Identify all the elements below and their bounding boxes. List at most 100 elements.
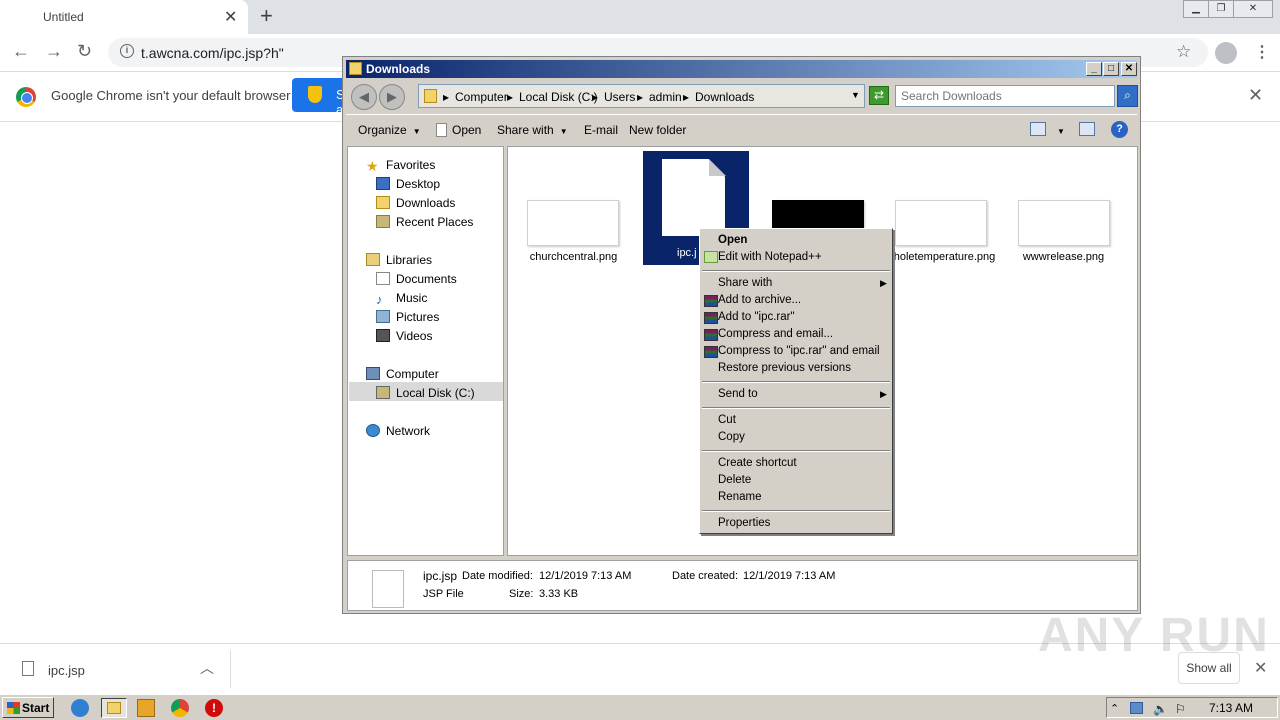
menu-separator <box>702 270 890 272</box>
size-value: 3.33 KB <box>539 588 579 600</box>
chevron-down-icon[interactable]: ▼ <box>851 90 860 100</box>
menu-item-cut[interactable]: Cut <box>718 414 736 426</box>
close-icon[interactable]: ✕ <box>1121 62 1137 76</box>
email-button[interactable]: E-mail <box>584 123 618 137</box>
sidebar-item-desktop[interactable]: Desktop <box>376 177 440 191</box>
explorer-taskbar-button[interactable] <box>101 698 127 718</box>
security-alert-icon[interactable]: ! <box>205 699 223 717</box>
breadcrumb-separator[interactable]: ▸ <box>507 90 513 104</box>
sidebar-item-network[interactable]: Network <box>366 424 430 438</box>
volume-icon[interactable]: 🔈 <box>1153 702 1168 716</box>
start-button[interactable]: Start <box>2 697 54 718</box>
internet-explorer-icon[interactable] <box>71 699 89 717</box>
new-tab-button[interactable]: + <box>260 3 273 29</box>
preview-pane-icon[interactable] <box>1079 122 1095 136</box>
menu-item-rename[interactable]: Rename <box>718 491 761 503</box>
tray-expand-icon[interactable]: ⌃ <box>1110 702 1123 715</box>
file-icon <box>22 661 34 676</box>
search-field[interactable] <box>895 85 1115 107</box>
sidebar-item-label: Local Disk (C:) <box>396 386 475 400</box>
breadcrumb-separator[interactable]: ▸ <box>443 90 449 104</box>
folder-icon <box>107 702 121 714</box>
breadcrumb-separator[interactable]: ▸ <box>592 90 598 104</box>
date-modified-value: 12/1/2019 7:13 AM <box>539 570 632 582</box>
sidebar-item-recent-places[interactable]: Recent Places <box>376 215 473 229</box>
menu-item-open[interactable]: Open <box>718 234 747 246</box>
action-center-flag-icon[interactable]: ⚐ <box>1175 702 1188 716</box>
sidebar-item-libraries[interactable]: Libraries <box>366 253 432 267</box>
open-button[interactable]: Open <box>436 123 481 137</box>
search-icon[interactable]: ⌕ <box>1117 85 1138 107</box>
restore-icon[interactable]: ❐ <box>1208 0 1234 18</box>
sidebar-item-favorites[interactable]: ★ Favorites <box>366 158 435 174</box>
documents-icon <box>376 272 390 285</box>
minimize-icon[interactable]: _ <box>1086 62 1102 76</box>
menu-item-compress-rar-email[interactable]: Compress to "ipc.rar" and email <box>718 345 880 357</box>
recent-places-icon <box>376 215 390 228</box>
sidebar-item-label: Computer <box>386 367 439 381</box>
menu-item-edit-notepadpp[interactable]: Edit with Notepad++ <box>718 251 822 263</box>
sidebar-item-documents[interactable]: Documents <box>376 272 457 286</box>
menu-item-add-rar[interactable]: Add to "ipc.rar" <box>718 311 795 323</box>
winrar-icon <box>704 329 718 341</box>
menu-item-properties[interactable]: Properties <box>718 517 770 529</box>
drive-icon <box>376 386 390 399</box>
download-item[interactable]: ipc.jsp <box>48 663 85 678</box>
bookmark-star-icon[interactable]: ☆ <box>1176 42 1191 62</box>
url-text[interactable]: t.awcna.com/ipc.jsp?h" <box>141 45 284 61</box>
new-folder-button[interactable]: New folder <box>629 123 686 137</box>
chevron-down-icon: ▼ <box>412 127 421 136</box>
menu-item-compress-email[interactable]: Compress and email... <box>718 328 833 340</box>
sidebar-item-music[interactable]: ♪ Music <box>376 291 427 307</box>
back-icon[interactable]: ← <box>12 41 30 62</box>
clock[interactable]: 7:13 AM <box>1209 701 1253 715</box>
chrome-taskbar-icon[interactable] <box>171 699 189 717</box>
menu-item-copy[interactable]: Copy <box>718 431 745 443</box>
breadcrumb-separator[interactable]: ▸ <box>683 90 689 104</box>
browser-tab[interactable]: Untitled ✕ <box>0 0 248 34</box>
sidebar-item-downloads[interactable]: Downloads <box>376 196 455 210</box>
breadcrumb-computer[interactable]: Computer <box>455 90 508 104</box>
menu-item-restore-versions[interactable]: Restore previous versions <box>718 362 851 374</box>
profile-avatar-icon[interactable] <box>1215 42 1237 64</box>
menu-item-add-archive[interactable]: Add to archive... <box>718 294 801 306</box>
media-player-icon[interactable] <box>137 699 155 717</box>
change-view-icon[interactable] <box>1030 122 1046 136</box>
tab-close-icon[interactable]: ✕ <box>224 7 237 27</box>
back-icon[interactable]: ◀ <box>351 84 377 110</box>
share-with-button[interactable]: Share with ▼ <box>497 123 568 137</box>
breadcrumb-downloads[interactable]: Downloads <box>695 90 754 104</box>
sidebar-item-computer[interactable]: Computer <box>366 367 439 381</box>
organize-button[interactable]: Organize ▼ <box>358 123 421 137</box>
search-input[interactable] <box>901 87 1101 105</box>
close-window-icon[interactable]: ✕ <box>1233 0 1273 18</box>
breadcrumb-separator[interactable]: ▸ <box>637 90 643 104</box>
site-info-icon[interactable]: i <box>120 44 134 58</box>
breadcrumb-users[interactable]: Users <box>604 90 635 104</box>
menu-item-create-shortcut[interactable]: Create shortcut <box>718 457 797 469</box>
network-status-icon[interactable] <box>1130 702 1143 714</box>
chevron-up-icon[interactable]: ︿ <box>200 658 214 678</box>
forward-icon[interactable]: ▶ <box>379 84 405 110</box>
help-icon[interactable]: ? <box>1111 121 1128 138</box>
menu-item-share-with[interactable]: Share with <box>718 277 772 289</box>
reload-icon[interactable]: ↻ <box>77 41 92 62</box>
sidebar-item-pictures[interactable]: Pictures <box>376 310 439 324</box>
menu-item-send-to[interactable]: Send to <box>718 388 758 400</box>
sidebar-item-videos[interactable]: Videos <box>376 329 432 343</box>
forward-icon[interactable]: → <box>45 41 63 62</box>
image-thumbnail <box>527 200 619 246</box>
menu-item-delete[interactable]: Delete <box>718 474 751 486</box>
infobar-close-icon[interactable]: ✕ <box>1248 85 1263 106</box>
view-options-chevron-icon[interactable]: ▼ <box>1057 123 1065 137</box>
explorer-titlebar[interactable]: Downloads _ □ ✕ <box>346 60 1137 78</box>
breadcrumb-local-disk[interactable]: Local Disk (C:) <box>519 90 598 104</box>
menu-kebab-icon[interactable]: ⋮ <box>1254 42 1270 62</box>
minimize-icon[interactable]: ▁ <box>1183 0 1209 18</box>
breadcrumb-admin[interactable]: admin <box>649 90 682 104</box>
breadcrumb[interactable]: ▸ Computer ▸ Local Disk (C:) ▸ Users ▸ a… <box>418 84 865 108</box>
maximize-icon[interactable]: □ <box>1103 62 1119 76</box>
taskbar: Start ! ⌃ 🔈 ⚐ 7:13 AM <box>0 694 1280 720</box>
refresh-icon[interactable]: ⇄ <box>869 86 889 105</box>
sidebar-item-local-disk[interactable]: Local Disk (C:) <box>376 386 475 400</box>
